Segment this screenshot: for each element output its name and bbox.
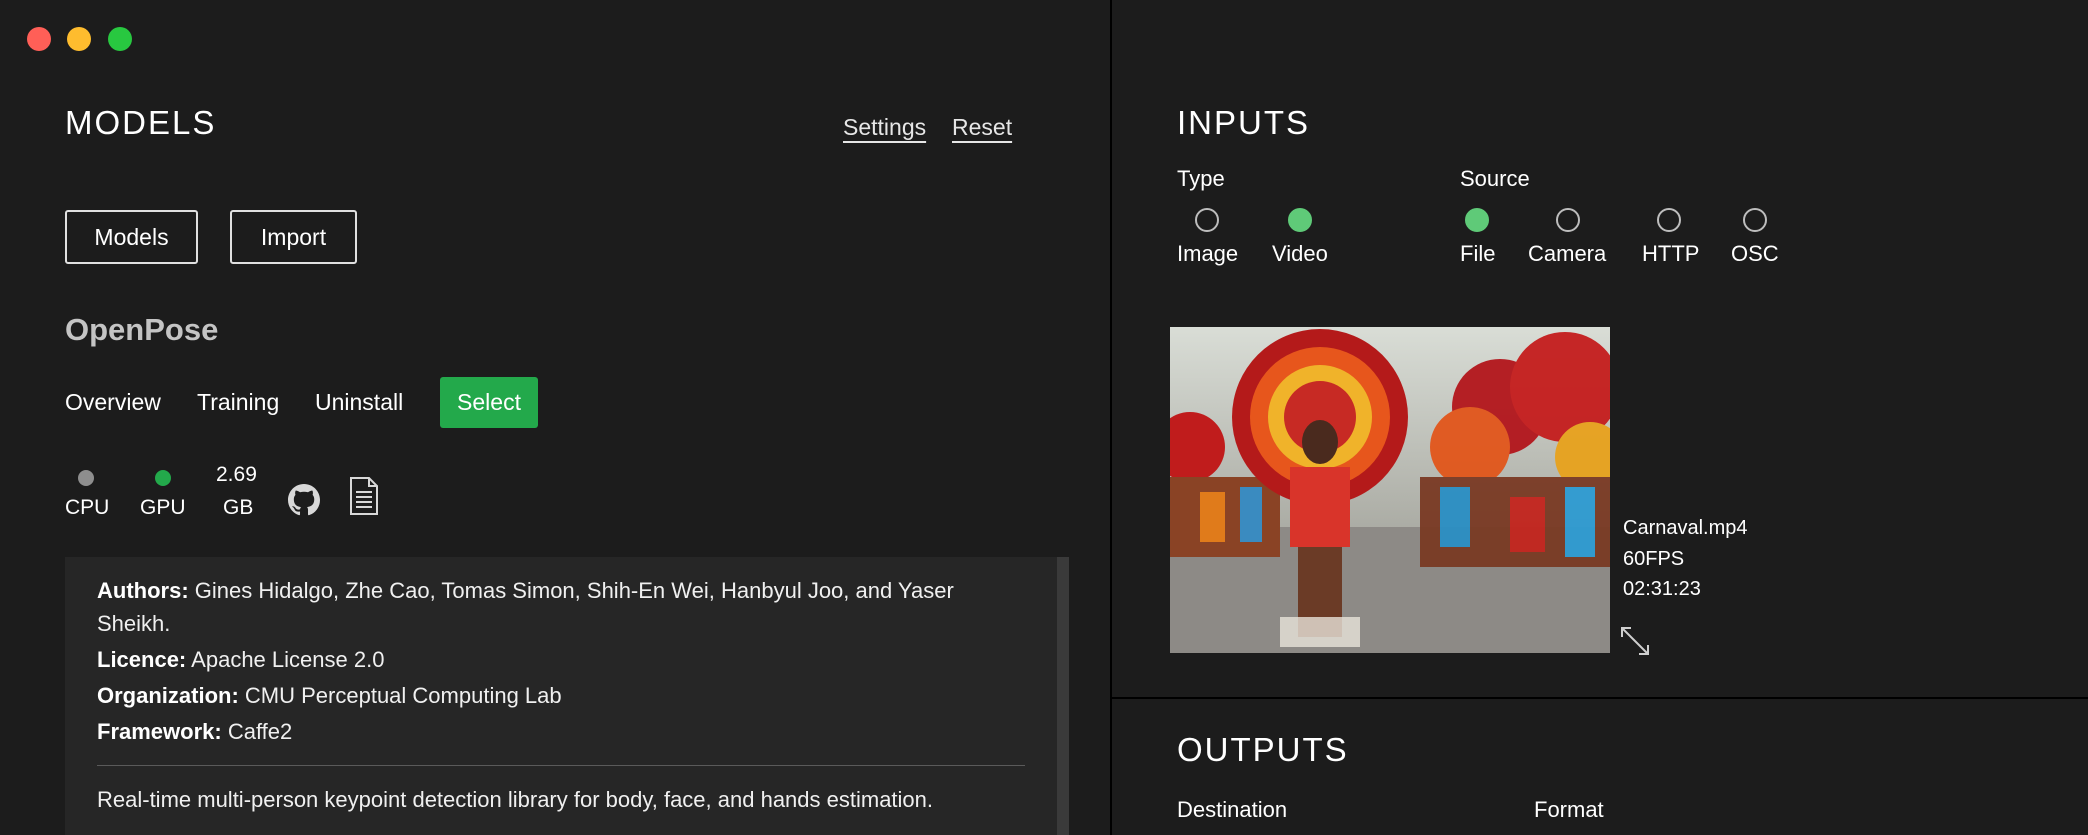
type-radio-video[interactable] — [1288, 208, 1312, 232]
file-duration: 02:31:23 — [1623, 578, 1701, 600]
outputs-title: OUTPUTS — [1177, 731, 1349, 768]
framework-value: Caffe2 — [227, 719, 293, 744]
authors-label: Authors: — [97, 578, 189, 603]
gpu-label: GPU — [140, 496, 186, 519]
github-icon[interactable] — [288, 484, 320, 516]
cpu-status-dot — [78, 470, 94, 486]
authors-value: Gines Hidalgo, Zhe Cao, Tomas Simon, Shi… — [194, 578, 954, 603]
source-option-file: File — [1460, 241, 1496, 266]
model-size-value: 2.69 — [216, 463, 257, 486]
tab-training[interactable]: Training — [197, 389, 279, 416]
tab-uninstall[interactable]: Uninstall — [315, 389, 403, 416]
inputs-outputs-divider — [1112, 697, 2088, 699]
source-label: Source — [1460, 166, 1530, 191]
model-name: OpenPose — [65, 312, 219, 347]
source-radio-osc[interactable] — [1743, 208, 1767, 232]
authors-value-cont: Sheikh. — [97, 611, 171, 636]
licence-value: Apache License 2.0 — [191, 647, 385, 672]
gpu-status-dot — [155, 470, 171, 486]
zoom-window-button[interactable] — [108, 27, 132, 51]
inputs-title: INPUTS — [1177, 104, 1311, 141]
licence-line: Licence: Apache License 2.0 — [97, 643, 384, 676]
model-info-panel: Authors: Gines Hidalgo, Zhe Cao, Tomas S… — [65, 557, 1067, 835]
source-radio-file[interactable] — [1465, 208, 1489, 232]
model-description: Real-time multi-person keypoint detectio… — [97, 787, 934, 812]
organization-line: Organization: CMU Perceptual Computing L… — [97, 679, 562, 712]
video-thumbnail[interactable] — [1170, 327, 1610, 653]
import-button[interactable]: Import — [230, 210, 357, 264]
settings-link[interactable]: Settings — [843, 114, 926, 141]
type-label: Type — [1177, 166, 1225, 191]
minimize-window-button[interactable] — [67, 27, 91, 51]
organization-value: CMU Perceptual Computing Lab — [244, 683, 562, 708]
framework-line: Framework: Caffe2 — [97, 715, 292, 748]
info-scrollbar[interactable] — [1057, 557, 1069, 835]
licence-label: Licence: — [97, 647, 187, 672]
type-option-video: Video — [1272, 241, 1328, 266]
source-option-http: HTTP — [1642, 241, 1700, 266]
close-window-button[interactable] — [27, 27, 51, 51]
authors-line: Authors: Gines Hidalgo, Zhe Cao, Tomas S… — [97, 574, 954, 607]
type-radio-image[interactable] — [1195, 208, 1219, 232]
models-title: MODELS — [65, 104, 217, 141]
file-fps: 60FPS — [1623, 548, 1685, 570]
cpu-label: CPU — [65, 496, 110, 519]
info-separator — [97, 765, 1025, 766]
document-icon[interactable] — [348, 476, 380, 516]
file-name: Carnaval.mp4 — [1623, 517, 1748, 539]
models-button[interactable]: Models — [65, 210, 198, 264]
source-radio-http[interactable] — [1657, 208, 1681, 232]
tab-overview[interactable]: Overview — [65, 389, 161, 416]
framework-label: Framework: — [97, 719, 222, 744]
select-button[interactable]: Select — [440, 377, 538, 428]
source-radio-camera[interactable] — [1556, 208, 1580, 232]
reset-link[interactable]: Reset — [952, 114, 1012, 141]
organization-label: Organization: — [97, 683, 239, 708]
type-option-image: Image — [1177, 241, 1239, 266]
source-option-osc: OSC — [1731, 241, 1779, 266]
destination-label: Destination — [1177, 797, 1288, 822]
format-label: Format — [1534, 797, 1604, 822]
model-size-unit: GB — [223, 496, 254, 519]
source-option-camera: Camera — [1528, 241, 1607, 266]
expand-icon[interactable] — [1618, 624, 1652, 658]
